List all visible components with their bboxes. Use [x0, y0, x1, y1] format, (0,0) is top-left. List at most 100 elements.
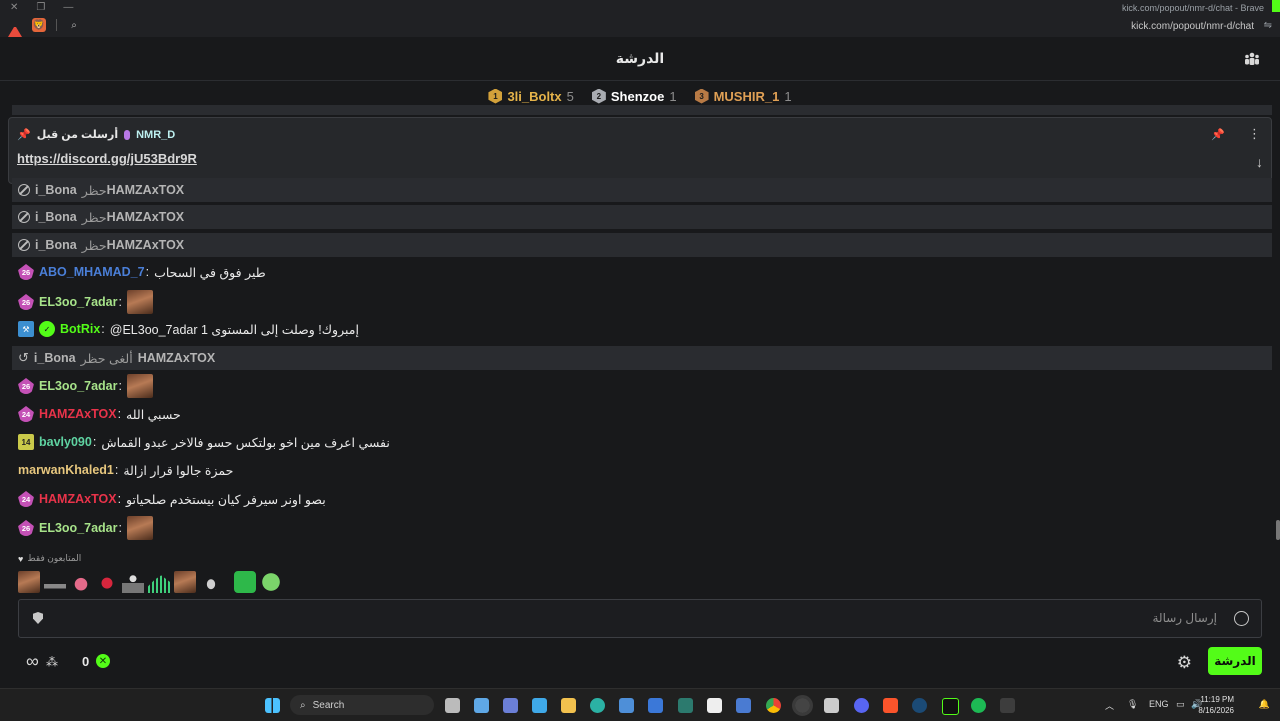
notifications-icon[interactable]: 🔔: [1259, 699, 1270, 710]
taskbar-search[interactable]: ⌕ Search: [290, 695, 434, 715]
microphone-tray-icon[interactable]: 🎙: [1127, 699, 1138, 710]
nvidia-icon[interactable]: [1000, 698, 1015, 713]
task-view-icon[interactable]: [445, 698, 460, 713]
pinned-author[interactable]: NMR_D: [136, 129, 175, 141]
emoji-picker-icon[interactable]: [1234, 611, 1249, 626]
windows-start-icon[interactable]: [265, 698, 280, 713]
kick-skull-emote[interactable]: [260, 571, 282, 593]
edge-icon[interactable]: [590, 698, 605, 713]
gear-icon[interactable]: ⚙: [1177, 653, 1192, 673]
username[interactable]: BotRix: [60, 322, 100, 336]
terminal-icon[interactable]: [678, 698, 693, 713]
subscriber-badge: 24: [18, 491, 34, 507]
username[interactable]: HAMZAxTOX: [39, 492, 117, 506]
subscribers-emotes-label: ♥ المتابعون فقط: [18, 553, 81, 564]
username[interactable]: bavly090: [39, 435, 92, 449]
quick-emote-bar: [18, 571, 282, 593]
leaderboard-entry[interactable]: 2 Shenzoe 1: [591, 87, 677, 105]
maximize-window-icon[interactable]: ❐: [36, 2, 45, 13]
unban-icon: ↺: [18, 350, 29, 365]
message-text: @EL3oo_7adar إمبروك! وصلت إلى المستوى 1: [109, 322, 359, 337]
users-icon[interactable]: [1244, 52, 1260, 66]
obs-icon[interactable]: [792, 695, 813, 716]
face-emote[interactable]: [127, 516, 153, 540]
kick-points-icon[interactable]: ✕: [96, 654, 110, 668]
translate-icon[interactable]: ⇋: [1264, 20, 1272, 31]
spotify-icon[interactable]: [971, 698, 986, 713]
leaderboard-entry[interactable]: 3 MUSHIR_1 1: [694, 87, 792, 105]
moderator-name[interactable]: i_Bona: [34, 351, 76, 365]
target-user[interactable]: HAMZAxTOX: [107, 238, 185, 252]
scrollbar-thumb[interactable]: [1276, 520, 1280, 540]
subscriber-badge: 24: [18, 406, 34, 422]
network-icon[interactable]: ▭: [1176, 699, 1185, 710]
chat-message-system: i_Bona حظر HAMZAxTOX: [12, 178, 1272, 202]
username[interactable]: EL3oo_7adar: [39, 295, 118, 309]
file-explorer-icon[interactable]: [561, 698, 576, 713]
username[interactable]: EL3oo_7adar: [39, 379, 118, 393]
capcut-icon[interactable]: [707, 698, 722, 713]
face-emote[interactable]: [127, 290, 153, 314]
equalizer-emote[interactable]: [148, 575, 170, 593]
username[interactable]: HAMZAxTOX: [39, 407, 117, 421]
separator: :: [92, 435, 97, 449]
target-user[interactable]: HAMZAxTOX: [138, 351, 216, 365]
remote-desktop-icon[interactable]: [532, 698, 547, 713]
red-emote[interactable]: [96, 571, 118, 593]
face-emote[interactable]: [127, 374, 153, 398]
taskbar-clock[interactable]: 11:19 PM 8/16/2026: [1198, 694, 1234, 716]
clock-time: 11:19 PM: [1200, 695, 1234, 704]
moderator-name[interactable]: i_Bona: [35, 183, 77, 197]
chat-message: 24 HAMZAxTOX : بصو اونر سيرفر كيان بيستخ…: [18, 489, 1272, 509]
shield-icon[interactable]: [33, 612, 43, 624]
gun-emote[interactable]: [44, 571, 66, 593]
username[interactable]: EL3oo_7adar: [39, 521, 118, 535]
face-emote[interactable]: [18, 571, 40, 593]
leaderboard-entry[interactable]: 1 3li_Boltx 5: [488, 87, 574, 105]
search-icon[interactable]: ⌕: [67, 18, 81, 32]
brave-rewards-icon[interactable]: [8, 18, 22, 37]
username[interactable]: marwanKhaled1: [18, 463, 114, 477]
address-bar-url[interactable]: kick.com/popout/nmr-d/chat: [1131, 21, 1254, 32]
store-icon[interactable]: [619, 698, 634, 713]
steam-icon[interactable]: [912, 698, 927, 713]
unity-icon[interactable]: [824, 698, 839, 713]
mail-icon[interactable]: [736, 698, 751, 713]
message-text: نفسي اعرف مين اخو بولتكس حسو فالاخر عبدو…: [101, 435, 390, 450]
chat-message: 26 ABO_MHAMAD_7 : طير فوق في السحاب: [18, 262, 1272, 282]
kick-icon[interactable]: [942, 698, 959, 715]
target-user[interactable]: HAMZAxTOX: [107, 210, 185, 224]
widgets-icon[interactable]: [503, 698, 518, 713]
brave-icon[interactable]: [883, 698, 898, 713]
photos-icon[interactable]: [648, 698, 663, 713]
pinned-link[interactable]: https://discord.gg/jU53Bdr9R: [17, 151, 197, 166]
username[interactable]: ABO_MHAMAD_7: [39, 265, 145, 279]
infinity-icon[interactable]: ∞: [26, 652, 39, 670]
kick-laugh-emote[interactable]: [234, 571, 256, 593]
more-options-icon[interactable]: ⋮: [1248, 126, 1261, 142]
target-user[interactable]: HAMZAxTOX: [107, 183, 185, 197]
chrome-icon[interactable]: [766, 698, 781, 713]
discord-icon[interactable]: [854, 698, 869, 713]
subscriber-badge: 26: [18, 378, 34, 394]
chat-header: الدرشة: [0, 37, 1280, 81]
person-emote[interactable]: [122, 571, 144, 593]
moderator-name[interactable]: i_Bona: [35, 238, 77, 252]
moderator-name[interactable]: i_Bona: [35, 210, 77, 224]
face-emote[interactable]: [174, 571, 196, 593]
close-window-icon[interactable]: ✕: [10, 2, 18, 13]
unpin-icon[interactable]: 📌: [1211, 128, 1225, 141]
minimize-window-icon[interactable]: —: [63, 2, 73, 13]
chat-title: الدرشة: [615, 50, 665, 66]
chat-input-box[interactable]: إرسال رسالة: [18, 599, 1262, 638]
notepad-icon[interactable]: [474, 698, 489, 713]
brave-shield-icon[interactable]: 🦁: [32, 18, 46, 32]
tray-chevron-icon[interactable]: ︿: [1105, 699, 1114, 712]
feather-emote[interactable]: [200, 571, 222, 593]
message-text: طير فوق في السحاب: [154, 265, 266, 280]
share-icon[interactable]: ⁂: [46, 655, 58, 669]
pink-emote[interactable]: [70, 571, 92, 593]
send-button[interactable]: الدرشة: [1208, 647, 1262, 675]
language-indicator[interactable]: ENG: [1149, 699, 1169, 709]
arrow-down-icon[interactable]: ↓: [1256, 154, 1263, 170]
